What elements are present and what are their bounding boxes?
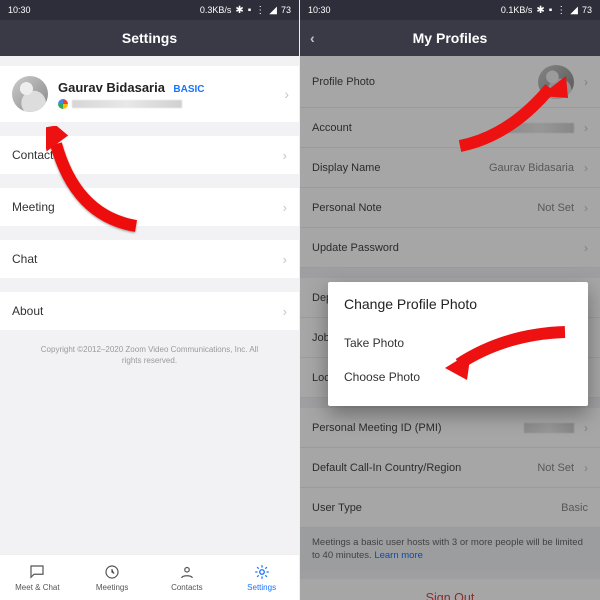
status-right: 0.1KB/s ✱ ▪ ⋮ ◢ 73 <box>501 5 592 16</box>
chevron-right-icon: › <box>283 148 287 163</box>
header: ‹ My Profiles <box>300 20 600 56</box>
profile-body: Profile Photo › Account › Display Name G… <box>300 56 600 600</box>
copyright-text: Copyright ©2012–2020 Zoom Video Communic… <box>0 330 299 380</box>
chevron-right-icon: › <box>284 86 289 102</box>
status-net: 0.3KB/s <box>200 5 232 15</box>
sim-icon: ▪ <box>549 5 553 16</box>
tab-label: Settings <box>247 583 276 592</box>
bluetooth-icon: ✱ <box>235 5 243 16</box>
back-button[interactable]: ‹ <box>310 30 315 46</box>
chevron-right-icon: › <box>283 200 287 215</box>
status-net: 0.1KB/s <box>501 5 533 15</box>
annotation-arrow <box>46 126 156 236</box>
row-label: About <box>12 304 43 318</box>
chat-icon <box>28 563 46 581</box>
bottom-tabs: Meet & Chat Meetings Contacts Settings <box>0 554 299 600</box>
status-bar: 10:30 0.1KB/s ✱ ▪ ⋮ ◢ 73 <box>300 0 600 20</box>
gear-icon <box>253 563 271 581</box>
row-about[interactable]: About › <box>0 292 299 330</box>
status-batt: 73 <box>281 5 291 15</box>
contacts-icon <box>178 563 196 581</box>
tab-meetings[interactable]: Meetings <box>75 555 150 600</box>
profile-email-blurred <box>72 100 182 108</box>
profile-text: Gaurav Bidasaria BASIC <box>58 79 205 109</box>
wifi-icon: ⋮ <box>556 5 566 16</box>
phone-settings: 10:30 0.3KB/s ✱ ▪ ⋮ ◢ 73 Settings Gaurav… <box>0 0 300 600</box>
signal-icon: ◢ <box>570 5 578 16</box>
tab-contacts[interactable]: Contacts <box>150 555 225 600</box>
status-right: 0.3KB/s ✱ ▪ ⋮ ◢ 73 <box>200 5 291 16</box>
dialog-title: Change Profile Photo <box>344 296 572 312</box>
annotation-arrow <box>445 324 575 394</box>
clock-icon <box>103 563 121 581</box>
tab-label: Meetings <box>96 583 128 592</box>
header-title: Settings <box>122 30 177 46</box>
header: Settings <box>0 20 299 56</box>
tab-settings[interactable]: Settings <box>224 555 299 600</box>
status-time: 10:30 <box>8 5 31 15</box>
status-time: 10:30 <box>308 5 331 15</box>
status-batt: 73 <box>582 5 592 15</box>
wifi-icon: ⋮ <box>255 5 265 16</box>
bluetooth-icon: ✱ <box>536 5 544 16</box>
profile-badge: BASIC <box>173 84 204 95</box>
profile-name: Gaurav Bidasaria <box>58 80 165 95</box>
phone-profile: 10:30 0.1KB/s ✱ ▪ ⋮ ◢ 73 ‹ My Profiles P… <box>300 0 600 600</box>
header-title: My Profiles <box>413 30 488 46</box>
avatar <box>12 76 48 112</box>
sim-icon: ▪ <box>248 5 252 16</box>
annotation-arrow <box>450 76 570 156</box>
status-bar: 10:30 0.3KB/s ✱ ▪ ⋮ ◢ 73 <box>0 0 299 20</box>
profile-sub <box>58 99 205 109</box>
profile-card[interactable]: Gaurav Bidasaria BASIC › <box>0 66 299 122</box>
chevron-right-icon: › <box>283 252 287 267</box>
settings-body: Gaurav Bidasaria BASIC › Contacts › Meet… <box>0 56 299 554</box>
tab-label: Contacts <box>171 583 203 592</box>
row-label: Chat <box>12 252 37 266</box>
tab-meet-chat[interactable]: Meet & Chat <box>0 555 75 600</box>
google-icon <box>58 99 68 109</box>
signal-icon: ◢ <box>269 5 277 16</box>
row-chat[interactable]: Chat › <box>0 240 299 278</box>
chevron-right-icon: › <box>283 304 287 319</box>
tab-label: Meet & Chat <box>15 583 59 592</box>
